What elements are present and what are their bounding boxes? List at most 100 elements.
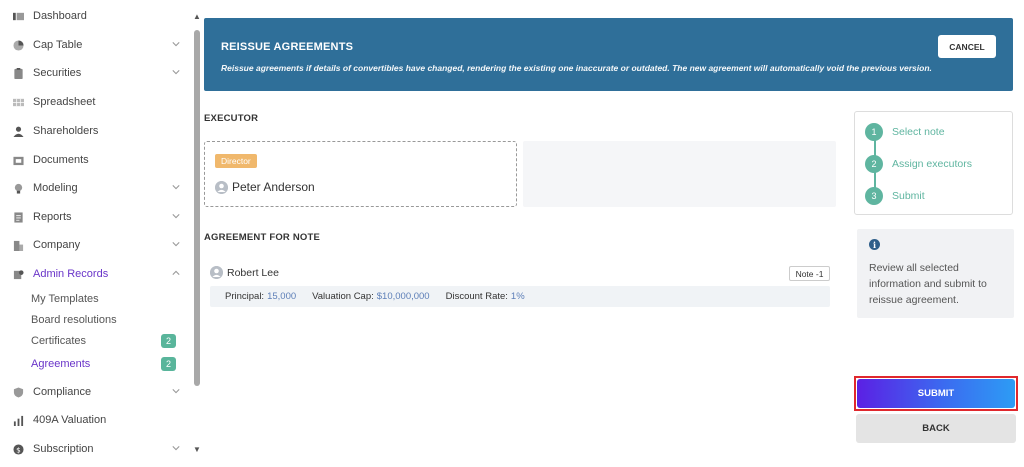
bar-chart-icon bbox=[12, 414, 24, 426]
valuation-cap-label: Valuation Cap: bbox=[312, 291, 374, 302]
holder-name: Robert Lee bbox=[227, 266, 279, 279]
folder-icon bbox=[12, 154, 24, 166]
sidebar-subitem-board-resolutions[interactable]: Board resolutions bbox=[31, 311, 176, 329]
chevron-down-icon bbox=[172, 387, 182, 397]
dashboard-icon bbox=[12, 10, 24, 22]
pie-chart-icon bbox=[12, 39, 24, 51]
sidebar-subitem-my-templates[interactable]: My Templates bbox=[31, 290, 176, 308]
step-assign-executors: 2 Assign executors bbox=[865, 155, 972, 173]
step-label: Submit bbox=[892, 190, 925, 202]
executor-empty-slot[interactable] bbox=[523, 141, 836, 207]
sidebar-item-label: 409A Valuation bbox=[33, 414, 107, 426]
discount-rate-value: 1% bbox=[510, 291, 525, 302]
sidebar-subitem-label: My Templates bbox=[31, 293, 99, 305]
sidebar-subitem-label: Agreements bbox=[31, 358, 91, 370]
grid-icon bbox=[12, 96, 24, 108]
sidebar-subitem-agreements[interactable]: Agreements 2 bbox=[31, 355, 176, 373]
submit-button[interactable]: SUBMIT bbox=[857, 379, 1015, 408]
admin-icon bbox=[12, 268, 24, 280]
sidebar-scrollbar[interactable] bbox=[194, 30, 200, 386]
avatar-icon bbox=[210, 266, 223, 279]
sidebar-subitem-label: Board resolutions bbox=[31, 314, 117, 326]
note-details: Principal: 15,000 Valuation Cap: $10,000… bbox=[210, 286, 830, 307]
back-button[interactable]: BACK bbox=[856, 414, 1016, 443]
sidebar-item-label: Modeling bbox=[33, 182, 78, 194]
scroll-down-arrow-icon[interactable]: ▼ bbox=[193, 446, 201, 454]
chevron-up-icon bbox=[172, 269, 182, 279]
step-number: 1 bbox=[865, 123, 883, 141]
sidebar-item-label: Reports bbox=[33, 211, 72, 223]
sidebar-item-label: Compliance bbox=[33, 386, 92, 398]
banner-title: REISSUE AGREEMENTS bbox=[221, 41, 354, 53]
sidebar-item-modeling[interactable]: Modeling bbox=[0, 175, 192, 201]
sidebar: Dashboard Cap Table Securities Spreadshe… bbox=[0, 0, 192, 467]
sidebar-subitem-label: Certificates bbox=[31, 335, 87, 347]
note-badge: Note -1 bbox=[789, 266, 830, 281]
sidebar-item-label: Shareholders bbox=[33, 125, 99, 137]
step-label: Select note bbox=[892, 126, 945, 138]
sidebar-item-dashboard[interactable]: Dashboard bbox=[0, 3, 192, 29]
avatar-icon bbox=[215, 180, 228, 194]
note-holder: Robert Lee bbox=[210, 266, 279, 279]
step-label: Assign executors bbox=[892, 158, 972, 170]
banner-description: Reissue agreements if details of convert… bbox=[221, 63, 932, 73]
sidebar-item-label: Cap Table bbox=[33, 39, 83, 51]
chevron-down-icon bbox=[172, 183, 182, 193]
shield-icon bbox=[12, 386, 24, 398]
lightbulb-icon bbox=[12, 182, 24, 194]
step-connector bbox=[874, 172, 876, 188]
submit-button-highlight: SUBMIT bbox=[854, 376, 1018, 411]
sidebar-item-label: Admin Records bbox=[33, 268, 109, 280]
report-icon bbox=[12, 211, 24, 223]
scroll-up-arrow-icon[interactable]: ▲ bbox=[193, 13, 201, 21]
info-icon: i bbox=[869, 239, 880, 250]
sidebar-item-label: Spreadsheet bbox=[33, 96, 96, 108]
sidebar-item-compliance[interactable]: Compliance bbox=[0, 379, 192, 405]
sidebar-item-company[interactable]: Company bbox=[0, 232, 192, 258]
step-connector bbox=[874, 140, 876, 156]
sidebar-item-label: Dashboard bbox=[33, 10, 87, 22]
sidebar-item-label: Subscription bbox=[33, 443, 94, 455]
role-badge: Director bbox=[215, 154, 257, 168]
sidebar-item-label: Documents bbox=[33, 154, 89, 166]
agreement-section-title: AGREEMENT FOR NOTE bbox=[204, 232, 321, 243]
progress-stepper: 1 Select note 2 Assign executors 3 Submi… bbox=[854, 111, 1013, 215]
clipboard-icon bbox=[12, 67, 24, 79]
sidebar-item-spreadsheet[interactable]: Spreadsheet bbox=[0, 89, 192, 115]
sidebar-item-admin-records[interactable]: Admin Records bbox=[0, 261, 192, 287]
count-badge: 2 bbox=[161, 334, 176, 348]
valuation-cap-value: $10,000,000 bbox=[376, 291, 430, 302]
svg-text:$: $ bbox=[16, 445, 21, 454]
step-submit: 3 Submit bbox=[865, 187, 925, 205]
sidebar-item-documents[interactable]: Documents bbox=[0, 147, 192, 173]
info-text: Review all selected information and subm… bbox=[869, 262, 987, 306]
reissue-banner: REISSUE AGREEMENTS Reissue agreements if… bbox=[204, 18, 1013, 91]
sidebar-item-cap-table[interactable]: Cap Table bbox=[0, 32, 192, 58]
sidebar-item-409a-valuation[interactable]: 409A Valuation bbox=[0, 407, 192, 433]
executor-person: Peter Anderson bbox=[215, 180, 315, 194]
sidebar-item-shareholders[interactable]: Shareholders bbox=[0, 118, 192, 144]
sidebar-item-label: Securities bbox=[33, 67, 82, 79]
discount-rate-label: Discount Rate: bbox=[445, 291, 508, 302]
chevron-down-icon bbox=[172, 240, 182, 250]
chevron-down-icon bbox=[172, 40, 182, 50]
chevron-down-icon bbox=[172, 444, 182, 454]
step-number: 3 bbox=[865, 187, 883, 205]
chevron-down-icon bbox=[172, 68, 182, 78]
executor-card[interactable]: Director Peter Anderson bbox=[204, 141, 517, 207]
building-icon bbox=[12, 239, 24, 251]
sidebar-subitem-certificates[interactable]: Certificates 2 bbox=[31, 332, 176, 350]
executor-name: Peter Anderson bbox=[232, 180, 315, 194]
cancel-button[interactable]: CANCEL bbox=[938, 35, 996, 58]
principal-value: 15,000 bbox=[267, 291, 297, 302]
step-select-note: 1 Select note bbox=[865, 123, 945, 141]
sidebar-item-reports[interactable]: Reports bbox=[0, 204, 192, 230]
chevron-down-icon bbox=[172, 212, 182, 222]
count-badge: 2 bbox=[161, 357, 176, 371]
sidebar-item-label: Company bbox=[33, 239, 81, 251]
sidebar-item-subscription[interactable]: $ Subscription bbox=[0, 436, 192, 462]
info-box: i Review all selected information and su… bbox=[857, 229, 1014, 318]
sidebar-item-securities[interactable]: Securities bbox=[0, 60, 192, 86]
dollar-icon: $ bbox=[12, 443, 24, 455]
user-icon bbox=[12, 125, 24, 137]
